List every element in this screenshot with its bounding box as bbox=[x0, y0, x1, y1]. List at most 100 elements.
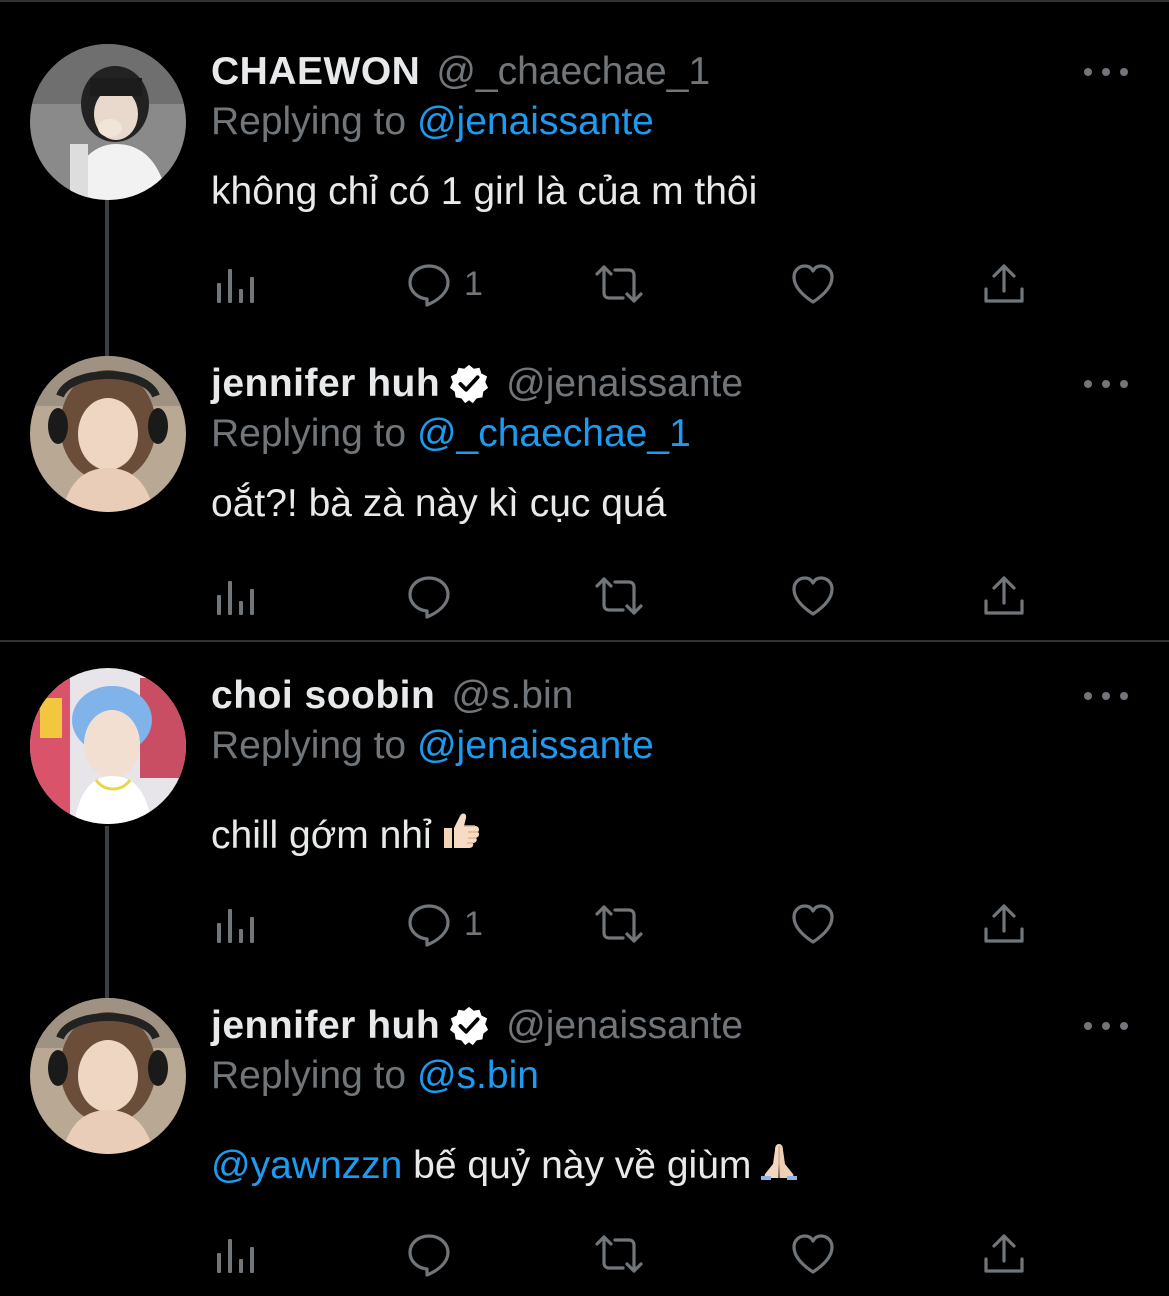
like-icon bbox=[790, 573, 836, 619]
tweet-actions bbox=[0, 568, 1169, 624]
reply-icon bbox=[406, 261, 452, 307]
tweet-body: bế quỷ này về giùm bbox=[402, 1144, 752, 1187]
share-icon bbox=[981, 573, 1027, 619]
text-mention-link[interactable]: @yawnzzn bbox=[211, 1144, 402, 1187]
tweet-actions bbox=[0, 1226, 1169, 1282]
retweet-icon bbox=[593, 1231, 645, 1277]
analytics-icon bbox=[214, 261, 260, 307]
tweet[interactable]: CHAEWON @_chaechae_1 Replying to @jenais… bbox=[0, 44, 1169, 314]
avatar-photo-icon bbox=[30, 44, 186, 200]
retweet-icon bbox=[593, 261, 645, 307]
reply-icon bbox=[406, 901, 452, 947]
retweet-button[interactable] bbox=[593, 568, 645, 624]
reply-icon bbox=[406, 1231, 452, 1277]
like-button[interactable] bbox=[790, 256, 836, 312]
replying-to-mention[interactable]: @jenaissante bbox=[417, 724, 654, 767]
tweet[interactable]: jennifer huh @jenaissante Replying to @s… bbox=[0, 998, 1169, 1288]
avatar[interactable] bbox=[30, 44, 186, 200]
replying-to-label: Replying to bbox=[211, 100, 417, 143]
reply-button[interactable]: 1 bbox=[406, 896, 483, 952]
like-icon bbox=[790, 901, 836, 947]
analytics-button[interactable] bbox=[214, 896, 260, 952]
replying-to-label: Replying to bbox=[211, 724, 417, 767]
reply-button[interactable] bbox=[406, 568, 464, 624]
retweet-button[interactable] bbox=[593, 1226, 645, 1282]
replying-to: Replying to @s.bin bbox=[211, 1054, 539, 1098]
avatar-photo-icon bbox=[30, 356, 186, 512]
tweet-header: jennifer huh @jenaissante bbox=[211, 360, 743, 408]
reply-count: 1 bbox=[464, 904, 483, 943]
tweet-header: choi soobin @s.bin bbox=[211, 672, 573, 720]
tweet-body: oắt?! bà zà này kì cục quá bbox=[211, 482, 667, 525]
retweet-icon bbox=[593, 573, 645, 619]
like-icon bbox=[790, 261, 836, 307]
tweet-body: không chỉ có 1 girl là của m thôi bbox=[211, 170, 758, 213]
more-options-icon[interactable] bbox=[1084, 372, 1128, 396]
display-name[interactable]: CHAEWON bbox=[211, 50, 420, 94]
like-button[interactable] bbox=[790, 568, 836, 624]
tweet-actions: 1 bbox=[0, 256, 1169, 312]
replying-to-label: Replying to bbox=[211, 412, 417, 455]
share-button[interactable] bbox=[981, 256, 1027, 312]
tweet-text: oắt?! bà zà này kì cục quá bbox=[211, 482, 666, 526]
display-name[interactable]: jennifer huh bbox=[211, 1004, 440, 1048]
share-button[interactable] bbox=[981, 568, 1027, 624]
tweet-actions: 1 bbox=[0, 896, 1169, 952]
verified-badge-icon bbox=[448, 1005, 490, 1047]
avatar-photo-icon bbox=[30, 998, 186, 1154]
analytics-button[interactable] bbox=[214, 256, 260, 312]
more-options-icon[interactable] bbox=[1084, 1014, 1128, 1038]
replying-to: Replying to @_chaechae_1 bbox=[211, 412, 691, 456]
share-button[interactable] bbox=[981, 1226, 1027, 1282]
retweet-button[interactable] bbox=[593, 896, 645, 952]
tweet-body: chill gớm nhỉ bbox=[211, 814, 432, 857]
tweet-text: chill gớm nhỉ bbox=[211, 808, 482, 858]
tweet-header: jennifer huh @jenaissante bbox=[211, 1002, 743, 1050]
more-options-icon[interactable] bbox=[1084, 60, 1128, 84]
replying-to: Replying to @jenaissante bbox=[211, 100, 654, 144]
share-icon bbox=[981, 901, 1027, 947]
reply-button[interactable] bbox=[406, 1226, 464, 1282]
replying-to-mention[interactable]: @_chaechae_1 bbox=[417, 412, 691, 455]
analytics-icon bbox=[214, 901, 260, 947]
display-name[interactable]: jennifer huh bbox=[211, 362, 440, 406]
thread-divider bbox=[0, 640, 1169, 642]
share-button[interactable] bbox=[981, 896, 1027, 952]
avatar[interactable] bbox=[30, 998, 186, 1154]
top-divider bbox=[0, 0, 1169, 2]
share-icon bbox=[981, 261, 1027, 307]
user-handle[interactable]: @jenaissante bbox=[506, 1004, 743, 1048]
like-icon bbox=[790, 1231, 836, 1277]
more-options-icon[interactable] bbox=[1084, 684, 1128, 708]
tweet[interactable]: choi soobin @s.bin Replying to @jenaissa… bbox=[0, 668, 1169, 938]
folded-hands-emoji-icon bbox=[761, 1144, 798, 1180]
analytics-button[interactable] bbox=[214, 568, 260, 624]
analytics-icon bbox=[214, 573, 260, 619]
thumbs-up-emoji-icon bbox=[443, 813, 479, 848]
reply-button[interactable]: 1 bbox=[406, 256, 483, 312]
retweet-button[interactable] bbox=[593, 256, 645, 312]
analytics-icon bbox=[214, 1231, 260, 1277]
tweet-header: CHAEWON @_chaechae_1 bbox=[211, 48, 710, 96]
user-handle[interactable]: @jenaissante bbox=[506, 362, 743, 406]
display-name[interactable]: choi soobin bbox=[211, 674, 435, 718]
tweet-text: không chỉ có 1 girl là của m thôi bbox=[211, 170, 757, 214]
like-button[interactable] bbox=[790, 896, 836, 952]
tweet[interactable]: jennifer huh @jenaissante Replying to @_… bbox=[0, 356, 1169, 626]
tweet-text: @yawnzzn bế quỷ này về giùm bbox=[211, 1138, 801, 1188]
like-button[interactable] bbox=[790, 1226, 836, 1282]
avatar-photo-icon bbox=[30, 668, 186, 824]
reply-icon bbox=[406, 573, 452, 619]
avatar[interactable] bbox=[30, 356, 186, 512]
replying-to: Replying to @jenaissante bbox=[211, 724, 654, 768]
avatar[interactable] bbox=[30, 668, 186, 824]
replying-to-mention[interactable]: @jenaissante bbox=[417, 100, 654, 143]
share-icon bbox=[981, 1231, 1027, 1277]
user-handle[interactable]: @s.bin bbox=[451, 674, 573, 718]
replying-to-mention[interactable]: @s.bin bbox=[417, 1054, 539, 1097]
retweet-icon bbox=[593, 901, 645, 947]
analytics-button[interactable] bbox=[214, 1226, 260, 1282]
replying-to-label: Replying to bbox=[211, 1054, 417, 1097]
reply-count: 1 bbox=[464, 264, 483, 303]
user-handle[interactable]: @_chaechae_1 bbox=[436, 50, 710, 94]
